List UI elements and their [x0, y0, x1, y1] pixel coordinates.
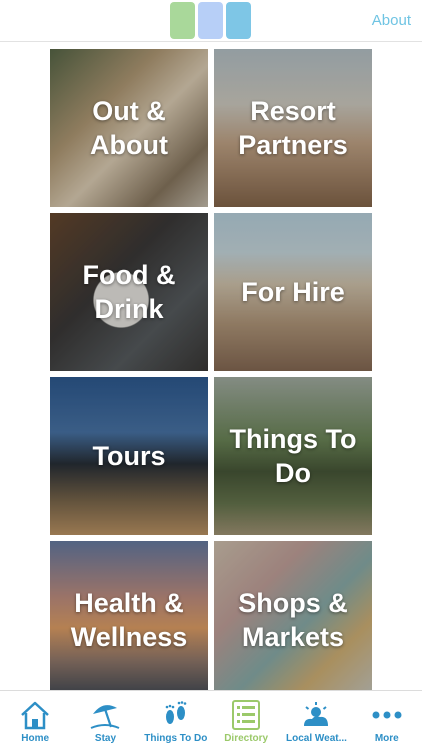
tile-for-hire[interactable]: For Hire [214, 213, 372, 371]
tab-label: Local Weat... [286, 733, 347, 744]
tile-food-and-drink[interactable]: Food & Drink [50, 213, 208, 371]
footprints-icon [159, 699, 193, 731]
tile-health-and-wellness[interactable]: Health & Wellness [50, 541, 208, 690]
tab-home[interactable]: Home [0, 691, 70, 750]
tile-label: For Hire [241, 277, 345, 307]
tile-label: Shops & Markets [238, 588, 348, 652]
tile-label: Food & Drink [82, 260, 176, 324]
app-logo [170, 2, 252, 40]
tab-stay[interactable]: Stay [70, 691, 140, 750]
tab-more[interactable]: More [352, 691, 422, 750]
tab-label: Things To Do [144, 733, 208, 744]
house-icon [18, 699, 52, 731]
bottom-tab-bar: Home Stay Things To Do Directory Local W… [0, 690, 422, 750]
tab-label: Home [21, 733, 50, 744]
top-header: About [0, 0, 422, 42]
tile-shops-and-markets[interactable]: Shops & Markets [214, 541, 372, 690]
tile-label: Resort Partners [238, 96, 348, 160]
tab-things-to-do[interactable]: Things To Do [141, 691, 211, 750]
beach-umbrella-icon [88, 699, 122, 731]
tile-label: Tours [92, 441, 166, 471]
tab-label: Stay [94, 733, 117, 744]
category-grid: Out & About Resort Partners Food & Drink… [50, 49, 372, 690]
tile-resort-partners[interactable]: Resort Partners [214, 49, 372, 207]
tab-local-weather[interactable]: Local Weat... [281, 691, 351, 750]
tile-out-and-about[interactable]: Out & About [50, 49, 208, 207]
tab-label: Directory [224, 733, 269, 744]
tile-label: Things To Do [229, 424, 357, 488]
tab-directory[interactable]: Directory [211, 691, 281, 750]
tile-label: Health & Wellness [70, 588, 188, 652]
directory-list-icon [229, 699, 263, 731]
weather-icon [299, 699, 333, 731]
logo-block-green [170, 2, 195, 39]
logo-block-teal [226, 2, 251, 39]
tab-label: More [374, 733, 399, 744]
tile-things-to-do[interactable]: Things To Do [214, 377, 372, 535]
tile-label: Out & About [90, 96, 168, 160]
logo-block-blue [198, 2, 223, 39]
about-link[interactable]: About [372, 12, 411, 29]
tile-tours[interactable]: Tours [50, 377, 208, 535]
more-dots-icon [370, 699, 404, 731]
